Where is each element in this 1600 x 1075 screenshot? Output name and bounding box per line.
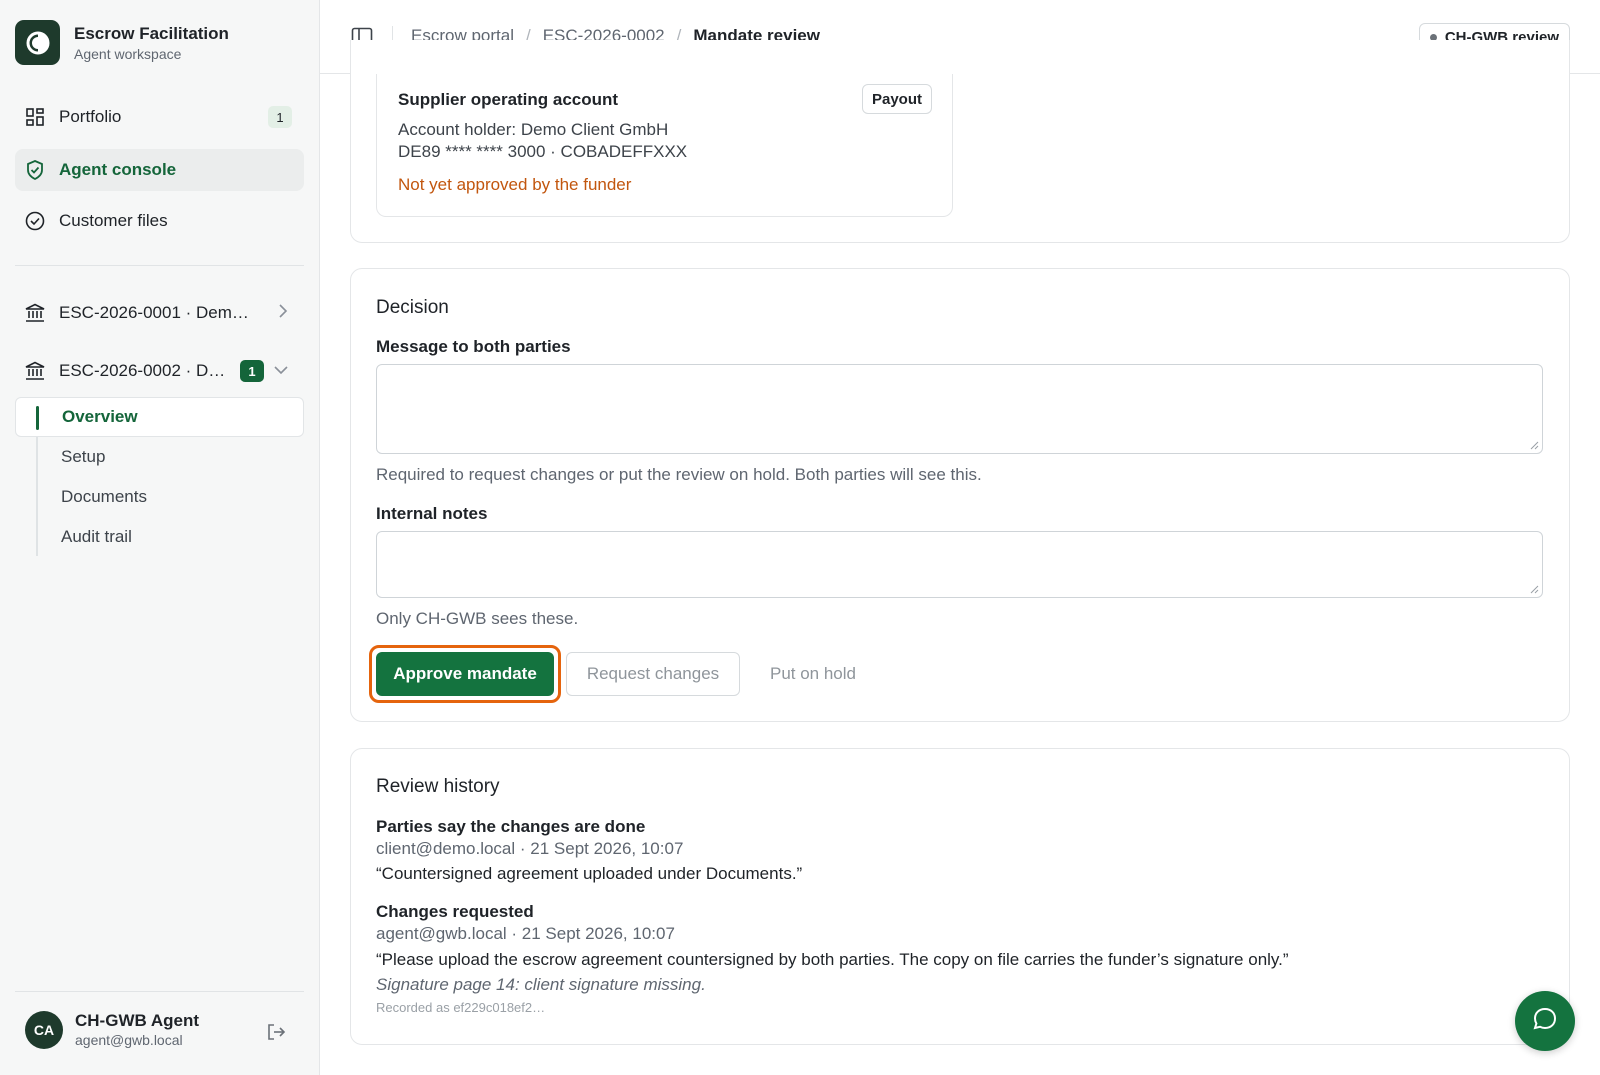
history-event-note: Signature page 14: client signature miss…: [376, 975, 706, 994]
nav-customer-files-label: Customer files: [59, 211, 168, 230]
bank-icon: [25, 303, 45, 323]
history-event-recorded: Recorded as ef229c018ef2…: [376, 1000, 546, 1015]
history-event-quote: “Please upload the escrow agreement coun…: [376, 950, 1289, 969]
nav-customer-files[interactable]: Customer files: [15, 200, 304, 242]
chat-icon: [1532, 1006, 1558, 1037]
check-circle-icon: [25, 211, 45, 231]
nav-portfolio[interactable]: Portfolio 1: [15, 96, 304, 138]
history-event-quote: “Countersigned agreement uploaded under …: [376, 864, 803, 883]
chat-button[interactable]: [1515, 991, 1575, 1051]
resize-grip-icon[interactable]: [1529, 584, 1539, 594]
history-event-meta: client@demo.local · 21 Sept 2026, 10:07: [376, 839, 684, 858]
logout-icon[interactable]: [266, 1022, 288, 1044]
subnav-setup[interactable]: Setup: [15, 437, 304, 477]
escrow-item-0002-label: ESC-2026-0002 · D…: [59, 361, 226, 380]
put-on-hold-button[interactable]: Put on hold: [752, 652, 874, 696]
notes-label: Internal notes: [376, 504, 488, 523]
subnav-audit-trail[interactable]: Audit trail: [15, 517, 304, 557]
sidebar-footer-divider: [15, 991, 304, 992]
decision-heading: Decision: [376, 297, 449, 318]
brand[interactable]: Escrow Facilitation Agent workspace: [15, 20, 229, 65]
escrow-0002-count-badge: 1: [240, 360, 264, 382]
supplier-account-panel: Supplier operating account Payout Accoun…: [376, 74, 953, 217]
payout-tag: Payout: [861, 84, 932, 114]
history-heading: Review history: [376, 776, 500, 797]
portfolio-count-badge: 1: [268, 106, 292, 128]
sidebar: Escrow Facilitation Agent workspace Port…: [0, 0, 320, 1075]
notes-textarea[interactable]: [376, 531, 1543, 598]
user-email: agent@gwb.local: [75, 1032, 183, 1048]
account-holder: Account holder: Demo Client GmbH: [398, 120, 669, 139]
bank-icon: [25, 361, 45, 381]
history-event-meta: agent@gwb.local · 21 Sept 2026, 10:07: [376, 924, 675, 943]
subnav-overview[interactable]: Overview: [15, 397, 304, 437]
nav-agent-console-label: Agent console: [59, 160, 177, 179]
user-name: CH-GWB Agent: [75, 1011, 200, 1030]
account-iban: DE89 **** **** 3000 · COBADEFFXXX: [398, 142, 688, 161]
message-textarea[interactable]: [376, 364, 1543, 454]
message-label: Message to both parties: [376, 337, 571, 356]
avatar: CA: [25, 1011, 63, 1049]
escrow-item-0001-label: ESC-2026-0001 · Dem…: [59, 303, 249, 322]
brand-subtitle: Agent workspace: [74, 45, 182, 62]
notes-help: Only CH-GWB sees these.: [376, 609, 579, 628]
nav-agent-console[interactable]: Agent console: [15, 149, 304, 191]
approve-mandate-button[interactable]: Approve mandate: [376, 652, 554, 696]
sidebar-divider: [15, 265, 304, 266]
escrow-item-0002[interactable]: ESC-2026-0002 · D… 1: [15, 350, 304, 392]
message-help: Required to request changes or put the r…: [376, 465, 982, 484]
user-profile: CA CH-GWB Agent agent@gwb.local: [25, 1011, 199, 1049]
account-status: Not yet approved by the funder: [398, 175, 632, 194]
resize-grip-icon[interactable]: [1529, 440, 1539, 450]
history-event-title: Changes requested: [376, 902, 534, 921]
shield-check-icon: [25, 160, 45, 180]
brand-title: Escrow Facilitation: [74, 23, 229, 43]
nav-portfolio-label: Portfolio: [59, 107, 122, 126]
history-event-title: Parties say the changes are done: [376, 817, 646, 836]
chevron-down-icon: [274, 362, 288, 378]
chevron-right-icon: [278, 304, 288, 321]
portfolio-grid-icon: [25, 107, 45, 127]
subnav-documents[interactable]: Documents: [15, 477, 304, 517]
request-changes-button[interactable]: Request changes: [566, 652, 740, 696]
escrow-item-0001[interactable]: ESC-2026-0001 · Dem…: [15, 292, 304, 334]
account-title: Supplier operating account: [398, 90, 619, 109]
brand-logo: [15, 20, 60, 65]
